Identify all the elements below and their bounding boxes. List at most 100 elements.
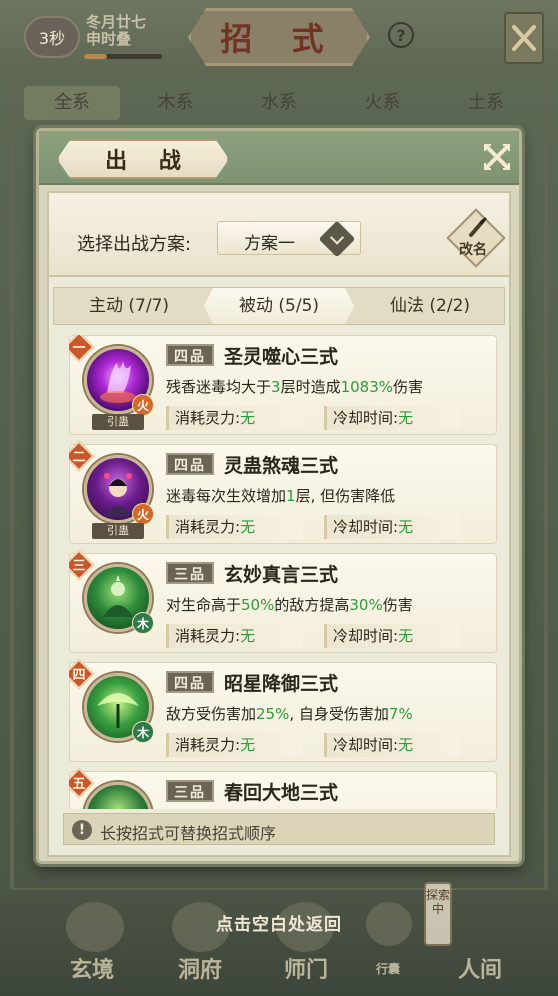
cooldown-value: 无 <box>398 736 414 754</box>
brush-icon <box>469 217 487 237</box>
chevron-down-icon <box>318 220 356 258</box>
tab-passive-skills[interactable]: 被动 (5/5) <box>204 288 354 324</box>
skill-name: 玄妙真言三式 <box>224 564 339 586</box>
bg-tab-earth[interactable]: 土系 <box>438 86 534 120</box>
timer-text: 3秒 <box>38 29 66 48</box>
wood-element-badge: 木 <box>132 612 154 634</box>
desc-text: 伤害 <box>382 596 413 614</box>
help-icon[interactable]: ? <box>388 22 414 48</box>
date-line-2: 申时叠 <box>86 30 132 48</box>
cooldown: 冷却时间:无 <box>324 515 460 539</box>
bg-tab-wood[interactable]: 木系 <box>128 86 224 120</box>
rename-label: 改名 <box>459 242 487 258</box>
nav-renjian[interactable]: 人间 <box>458 952 502 984</box>
skill-description: 敌方受伤害加25%, 自身受伤害加7% <box>166 703 413 724</box>
reorder-hint-text: 长按招式可替换招式顺序 <box>100 824 277 843</box>
cooldown-label: 冷却时间: <box>333 736 399 754</box>
mana-cost-label: 消耗灵力: <box>175 409 241 427</box>
skill-name: 圣灵噬心三式 <box>224 346 339 368</box>
background-title: 招 式 <box>220 20 338 58</box>
exclamation-icon: ! <box>72 820 92 840</box>
cooldown: 冷却时间:无 <box>324 406 460 430</box>
bg-tab-fire[interactable]: 火系 <box>335 86 431 120</box>
desc-text: , 自身受伤害加 <box>289 705 389 723</box>
skill-name: 昭星降御三式 <box>224 673 339 695</box>
dialog-title: 出 战 <box>105 148 193 174</box>
scheme-label: 选择出战方案: <box>77 234 192 255</box>
desc-highlight: 3 <box>271 378 281 396</box>
cooldown-label: 冷却时间: <box>333 627 399 645</box>
grade-badge: 四品 <box>166 671 214 693</box>
cooldown-value: 无 <box>398 409 414 427</box>
cooldown-value: 无 <box>398 518 414 536</box>
mana-cost-value: 无 <box>240 409 256 427</box>
desc-text: 敌方受伤害加 <box>166 705 257 723</box>
help-glyph: ? <box>396 25 406 45</box>
battle-loadout-dialog: 出 战 选择出战方案: 方案一 改名 主动 (7/7) 被动 (5/5) 仙法 … <box>36 128 522 864</box>
nav-xuanjing[interactable]: 玄境 <box>70 952 114 984</box>
desc-highlight: 30% <box>349 596 383 614</box>
desc-text: 残香迷毒均大于 <box>166 378 272 396</box>
tab-active-skills[interactable]: 主动 (7/7) <box>54 288 204 324</box>
dialog-close-button[interactable] <box>477 137 517 177</box>
tab-immortal-arts[interactable]: 仙法 (2/2) <box>354 288 506 324</box>
gu-label: 引蛊 <box>92 414 144 430</box>
skill-card[interactable]: 一 火 引蛊 四品 圣灵噬心三式 残香迷毒均大于3层时造成1083%伤害 消耗灵… <box>69 335 497 435</box>
skill-description: 残香迷毒均大于3层时造成1083%伤害 <box>166 376 423 397</box>
skill-card[interactable]: 二 火 引蛊 四品 灵蛊煞魂三式 迷毒每次生效增加1层, 但伤害降低 消耗灵力:… <box>69 440 497 544</box>
desc-highlight: 25% <box>256 705 290 723</box>
rename-button[interactable]: 改名 <box>446 208 506 268</box>
desc-text: 迷毒每次生效增加 <box>166 487 287 505</box>
date-progress-fill <box>84 54 108 59</box>
desc-highlight: 1 <box>286 487 296 505</box>
date-line-1: 冬月廿七 <box>86 13 147 31</box>
skill-card[interactable]: 三 木 三品 玄妙真言三式 对生命高于50%的敌方提高30%伤害 消耗灵力:无 … <box>69 549 497 653</box>
desc-highlight: 7% <box>388 705 413 723</box>
nav-xingnang[interactable]: 行囊 <box>376 960 400 977</box>
mana-cost: 消耗灵力:无 <box>166 733 302 757</box>
close-icon <box>484 144 510 170</box>
skill-name: 春回大地三式 <box>224 782 339 804</box>
nav-shimen[interactable]: 师门 <box>284 952 328 984</box>
bg-tab-all[interactable]: 全系 <box>24 86 120 120</box>
scheme-bar: 选择出战方案: 方案一 改名 <box>49 193 509 277</box>
mana-cost: 消耗灵力:无 <box>166 406 302 430</box>
cooldown: 冷却时间:无 <box>324 624 460 648</box>
skill-card[interactable]: 四 木 四品 昭星降御三式 敌方受伤害加25%, 自身受伤害加7% 消耗灵力:无… <box>69 658 497 762</box>
cooldown-label: 冷却时间: <box>333 518 399 536</box>
tap-blank-to-return-hint: 点击空白处返回 <box>216 915 342 935</box>
dialog-body: 选择出战方案: 方案一 改名 主动 (7/7) 被动 (5/5) 仙法 (2/2… <box>47 191 511 857</box>
skill-description: 对生命高于50%的敌方提高30%伤害 <box>166 594 413 615</box>
rank-number: 五 <box>72 777 86 792</box>
bg-tab-water[interactable]: 水系 <box>231 86 327 120</box>
mana-cost: 消耗灵力:无 <box>166 515 302 539</box>
mana-cost-label: 消耗灵力: <box>175 518 241 536</box>
desc-text: 层, 但伤害降低 <box>295 487 396 505</box>
mana-cost-value: 无 <box>240 518 256 536</box>
rank-tag: 五 <box>69 767 95 799</box>
wood-element-badge: 木 <box>132 721 154 743</box>
fire-element-badge: 火 <box>132 503 154 525</box>
background-close-button[interactable] <box>504 12 544 64</box>
skill-name: 灵蛊煞魂三式 <box>224 455 339 477</box>
cooldown-value: 无 <box>398 627 414 645</box>
background-title-plate: 招 式 <box>188 8 370 66</box>
background-element-tabs: 全系 木系 水系 火系 土系 <box>24 86 534 120</box>
mana-cost-value: 无 <box>240 627 256 645</box>
timer-badge: 3秒 <box>24 16 80 58</box>
desc-highlight: 50% <box>241 596 275 614</box>
desc-highlight: 1083% <box>340 378 394 396</box>
mana-cost-label: 消耗灵力: <box>175 736 241 754</box>
scheme-dropdown-value: 方案一 <box>244 234 295 254</box>
reorder-hint-bar: ! 长按招式可替换招式顺序 <box>63 813 495 845</box>
nav-dongfu[interactable]: 洞府 <box>178 952 222 984</box>
mana-cost-value: 无 <box>240 736 256 754</box>
skill-card[interactable]: 五 三品 春回大地三式 <box>69 767 497 809</box>
scheme-dropdown[interactable]: 方案一 <box>217 220 361 258</box>
grade-badge: 三品 <box>166 562 214 584</box>
gu-label: 引蛊 <box>92 523 144 539</box>
skill-description: 迷毒每次生效增加1层, 但伤害降低 <box>166 485 395 506</box>
game-date: 冬月廿七 申时叠 <box>86 14 146 48</box>
cooldown: 冷却时间:无 <box>324 733 460 757</box>
skill-list[interactable]: 一 火 引蛊 四品 圣灵噬心三式 残香迷毒均大于3层时造成1083%伤害 消耗灵… <box>69 335 497 809</box>
